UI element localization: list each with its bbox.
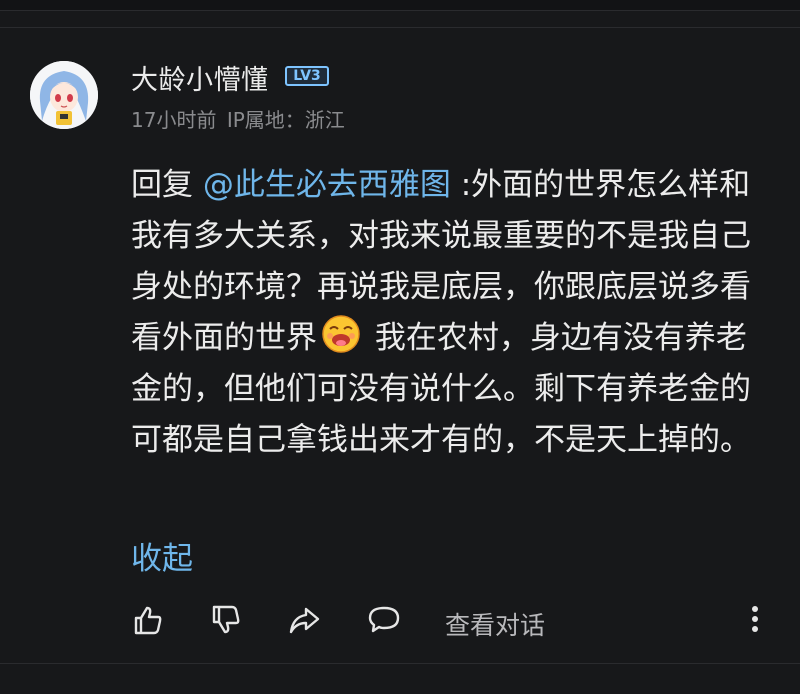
level-badge: LV3 [285, 66, 329, 86]
username[interactable]: 大龄小懵懂 [131, 58, 269, 97]
comment-meta: 17小时前 IP属地：浙江 [131, 104, 349, 133]
anime-avatar-icon [30, 61, 98, 129]
share-icon [289, 607, 320, 634]
divider-top [0, 27, 800, 28]
share-button[interactable] [282, 598, 326, 642]
top-bar [0, 0, 800, 11]
avatar[interactable] [30, 61, 98, 129]
comment-bubble-icon [368, 606, 400, 633]
view-conversation-link[interactable]: 查看对话 [445, 606, 545, 642]
thumbs-up-icon [134, 606, 162, 635]
dislike-button[interactable] [204, 598, 248, 642]
ip-location: IP属地：浙江 [226, 108, 345, 132]
reply-button[interactable] [362, 598, 406, 642]
divider-bottom [0, 663, 800, 664]
mention-link[interactable]: @此生必去西雅图 [203, 167, 451, 203]
laughing-tongue-emoji-icon [321, 314, 361, 354]
more-vertical-icon[interactable] [740, 602, 770, 638]
action-bar: 查看对话 [0, 598, 800, 646]
comment-text: 回复 @此生必去西雅图 :外面的世界怎么样和我有多大关系，对我来说最重要的不是我… [131, 160, 771, 466]
like-button[interactable] [126, 598, 170, 642]
collapse-link[interactable]: 收起 [131, 533, 193, 578]
comment-time: 17小时前 [131, 108, 217, 132]
thumbs-down-icon [212, 605, 240, 634]
reply-prefix: 回复 [131, 167, 203, 203]
